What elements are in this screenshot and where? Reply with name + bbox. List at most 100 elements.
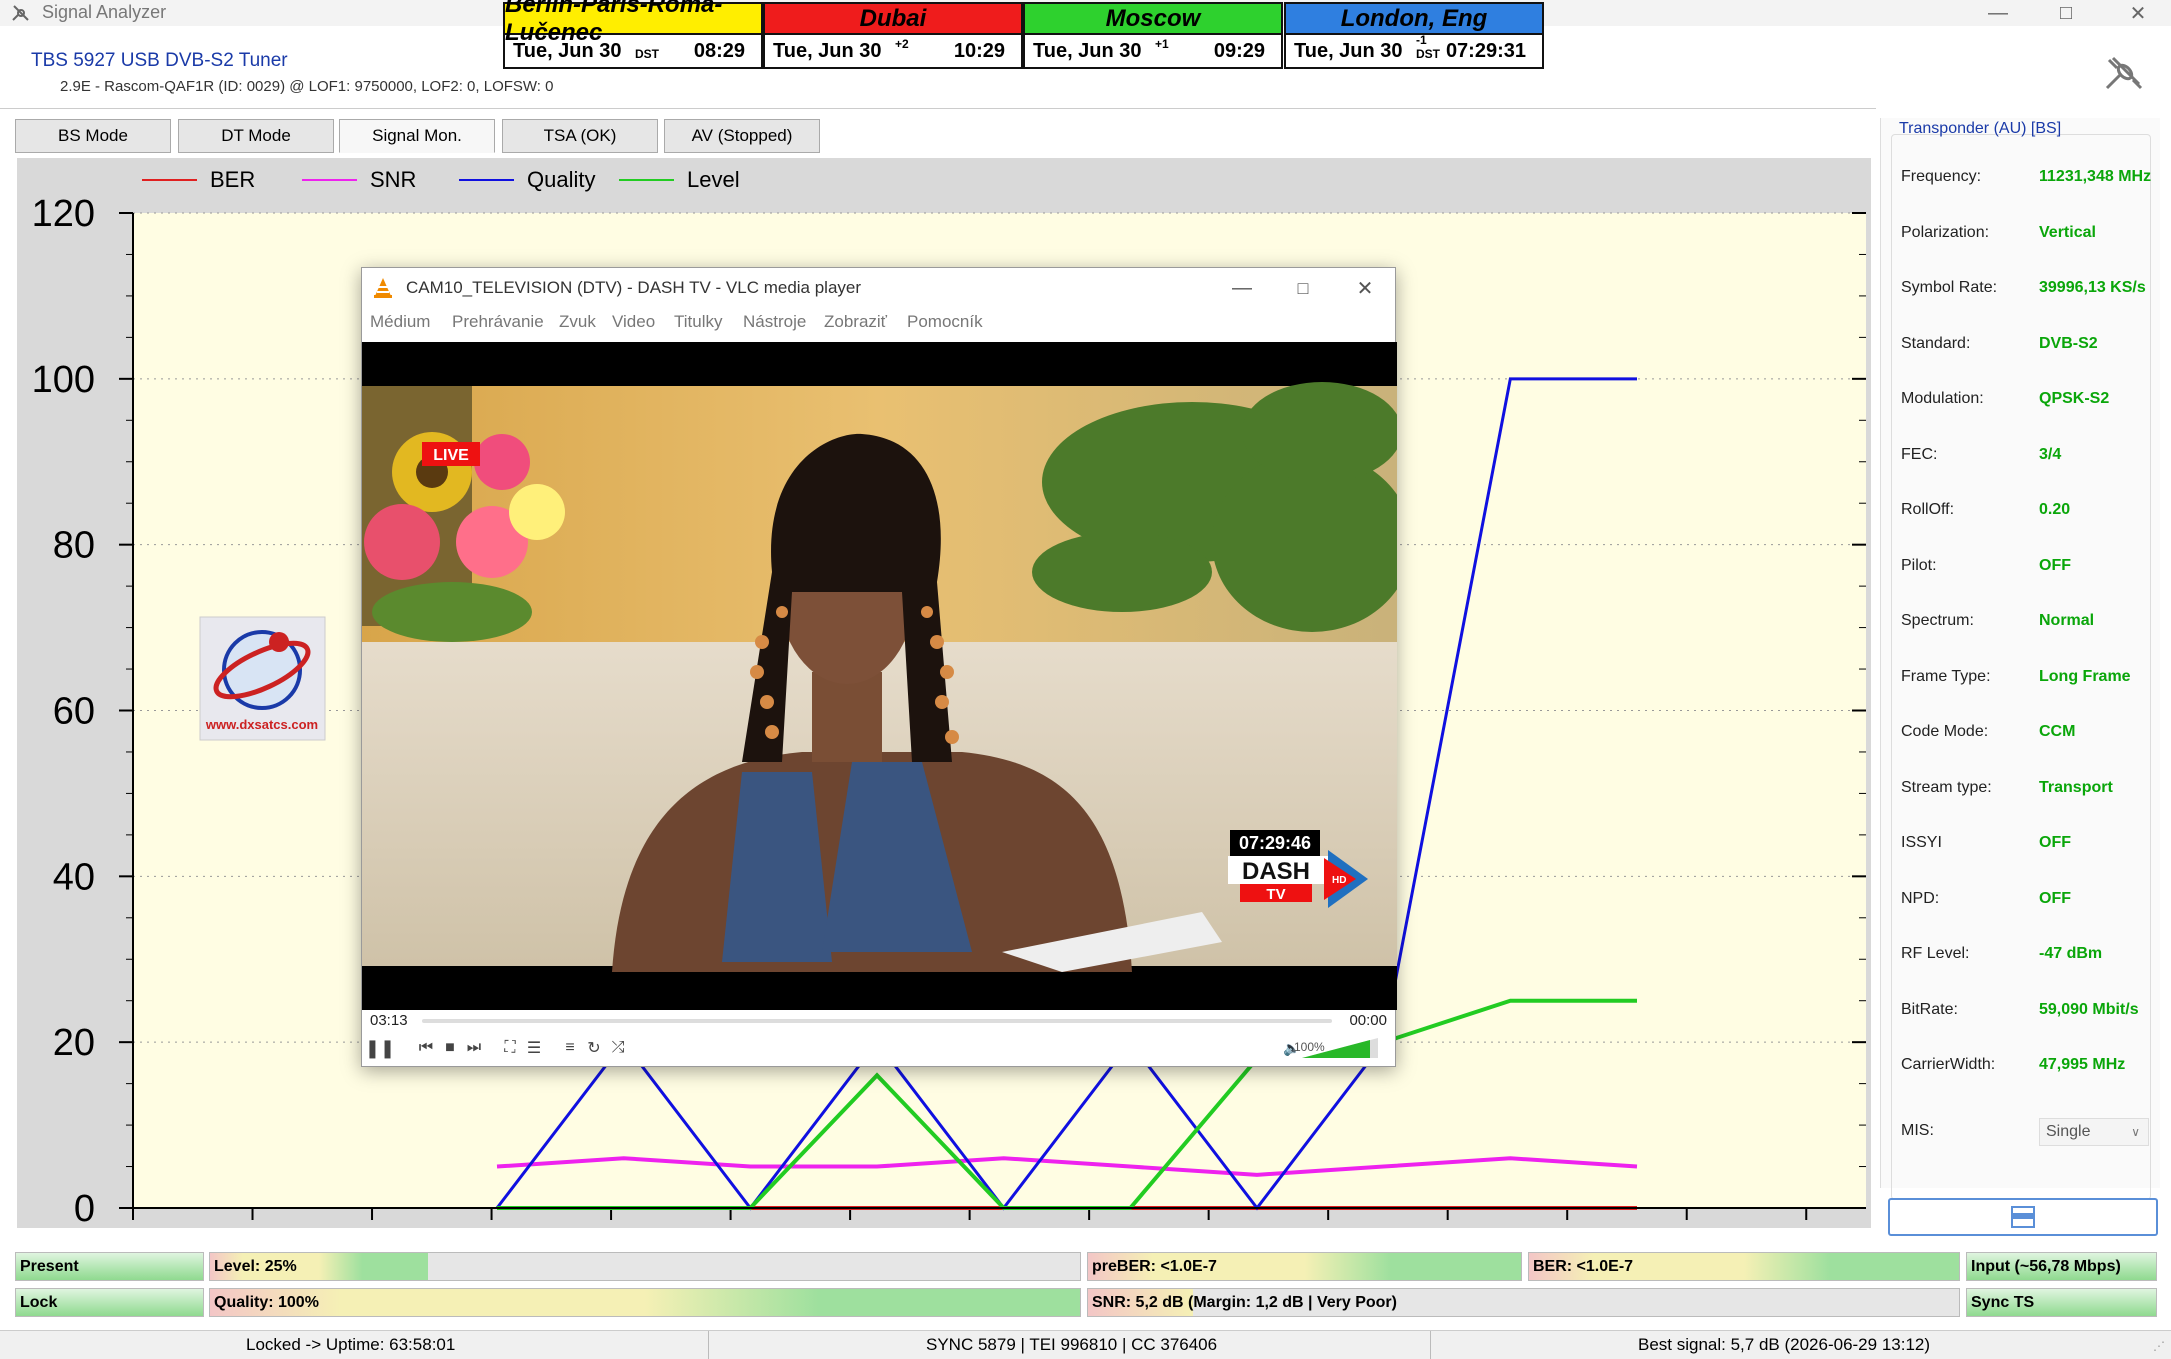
panel-toggle-button[interactable] [1888, 1198, 2158, 1236]
menu-subtitles[interactable]: Titulky [674, 312, 723, 332]
vlc-title-bar[interactable]: CAM10_TELEVISION (DTV) - DASH TV - VLC m… [362, 268, 1395, 308]
y-tick-label: 80 [53, 525, 95, 567]
maximize-button[interactable]: □ [2042, 0, 2090, 26]
clock-dst: DST [635, 47, 659, 61]
vlc-title: CAM10_TELEVISION (DTV) - DASH TV - VLC m… [406, 278, 862, 297]
y-tick-label: 40 [53, 856, 95, 898]
clock-city: London, Eng [1286, 4, 1542, 35]
clock-city: Dubai [765, 4, 1021, 35]
param-label: ISSYI [1901, 834, 1942, 851]
logo-hd: HD [1332, 875, 1346, 886]
shuffle-icon[interactable]: ⤮ [606, 1036, 630, 1060]
param-value: 47,995 MHz [2039, 1056, 2126, 1073]
snr-bar: SNR: 5,2 dB (Margin: 1,2 dB | Very Poor) [1087, 1288, 1960, 1317]
param-row: Pilot: OFF [1901, 557, 2071, 579]
param-value: 39996,13 KS/s [2039, 279, 2146, 296]
video-frame[interactable]: LIVE 07:29:46 DASH TV HD [362, 342, 1397, 1010]
vlc-minimize-button[interactable]: — [1211, 268, 1273, 308]
quality-fill [210, 1289, 1080, 1316]
mis-select[interactable]: Single ∨ [2039, 1118, 2149, 1146]
param-value: Transport [2039, 778, 2113, 796]
clock-date: Tue, Jun 30 [513, 40, 622, 62]
menu-medium[interactable]: Médium [370, 312, 430, 332]
transponder-title: Transponder (AU) [BS] [1899, 120, 2062, 137]
menu-audio[interactable]: Zvuk [559, 312, 596, 332]
vlc-cone-icon [374, 278, 392, 298]
param-row: ISSYI OFF [1901, 834, 2071, 856]
menu-playback[interactable]: Prehrávanie [452, 312, 544, 332]
preber-label: preBER: <1.0E-7 [1092, 1258, 1217, 1275]
param-label: Modulation: [1901, 390, 1984, 407]
seek-bar[interactable] [422, 1019, 1332, 1023]
fullscreen-icon[interactable]: ⛶ [498, 1036, 522, 1060]
lock-label: Lock [20, 1294, 58, 1311]
level-bar: Level: 25% [209, 1252, 1081, 1281]
mis-row: MIS: Single ∨ [1901, 1118, 2149, 1146]
vlc-close-button[interactable]: ✕ [1334, 268, 1396, 308]
param-value: 3/4 [2039, 445, 2062, 463]
chevron-down-icon: ∨ [2131, 1125, 2140, 1139]
video-scene: LIVE 07:29:46 DASH TV HD [362, 382, 1397, 972]
param-label: RF Level: [1901, 945, 1970, 962]
param-value: OFF [2039, 556, 2071, 574]
status-bar: Locked -> Uptime: 63:58:01 SYNC 5879 | T… [0, 1330, 2171, 1359]
volume-level: 100% [1294, 1040, 1325, 1054]
y-tick-label: 20 [53, 1022, 95, 1064]
y-tick-label: 120 [32, 193, 95, 235]
pause-button[interactable]: ❚❚ [365, 1036, 395, 1060]
lock-indicator: Lock [15, 1288, 204, 1317]
elapsed-time: 03:13 [370, 1012, 408, 1029]
playback-controls: ❚❚ ⏮ ■ ⏭ ⛶ ☰ ≡ ↻ ⤮ 🔈 [365, 1036, 1388, 1064]
param-row: CarrierWidth: 47,995 MHz [1901, 1056, 2125, 1078]
tab-bs-mode[interactable]: BS Mode [15, 119, 171, 153]
present-label: Present [20, 1258, 79, 1275]
param-row: BitRate: 59,090 Mbit/s [1901, 1001, 2139, 1023]
tab-signal-mon[interactable]: Signal Mon. [339, 119, 495, 153]
ber-bar: BER: <1.0E-7 [1528, 1252, 1960, 1281]
clock-time: 07:29:31 [1445, 40, 1526, 62]
clock-dst: DST [1416, 47, 1440, 61]
previous-icon[interactable]: ⏮ [414, 1036, 438, 1060]
extended-settings-icon[interactable]: ☰ [522, 1036, 546, 1060]
param-value: OFF [2039, 889, 2071, 907]
menu-view[interactable]: Zobraziť [824, 312, 887, 332]
counters-text: SYNC 5879 | TEI 996810 | CC 376406 [926, 1335, 1218, 1354]
logo-subtext: TV [1266, 886, 1285, 903]
param-row: NPD: OFF [1901, 890, 2071, 912]
next-icon[interactable]: ⏭ [462, 1036, 486, 1060]
tab-av[interactable]: AV (Stopped) [664, 119, 820, 153]
sync-ts-indicator: Sync TS [1966, 1288, 2157, 1317]
tab-dt-mode[interactable]: DT Mode [178, 119, 334, 153]
y-tick-label: 100 [32, 359, 95, 401]
menu-video[interactable]: Video [612, 312, 655, 332]
param-row: RF Level: -47 dBm [1901, 945, 2102, 967]
clock-london: London, Eng Tue, Jun 30 -1 DST 07:29:31 [1284, 2, 1544, 69]
loop-icon[interactable]: ↻ [582, 1036, 606, 1060]
level-label: Level: 25% [214, 1258, 297, 1275]
param-value: 0.20 [2039, 501, 2071, 518]
stop-icon[interactable]: ■ [438, 1036, 462, 1060]
legend-label: SNR [370, 167, 416, 192]
menu-tools[interactable]: Nástroje [743, 312, 806, 332]
tab-tsa[interactable]: TSA (OK) [502, 119, 658, 153]
y-tick-label: 0 [74, 1188, 95, 1228]
mis-value: Single [2046, 1123, 2091, 1140]
param-value: -47 dBm [2039, 945, 2103, 962]
snr-label: SNR: 5,2 dB (Margin: 1,2 dB | Very Poor) [1092, 1294, 1397, 1311]
menu-help[interactable]: Pomocník [907, 312, 983, 332]
close-button[interactable]: ✕ [2114, 0, 2162, 26]
vlc-window: CAM10_TELEVISION (DTV) - DASH TV - VLC m… [361, 267, 1397, 1067]
playlist-icon[interactable]: ≡ [558, 1036, 582, 1060]
param-value: 59,090 Mbit/s [2039, 1000, 2139, 1018]
legend-label: Level [687, 167, 740, 192]
clock-city: Moscow [1025, 4, 1281, 35]
preber-bar: preBER: <1.0E-7 [1087, 1252, 1522, 1281]
input-label: Input (~56,78 Mbps) [1971, 1258, 2121, 1275]
resize-grip-icon[interactable]: ⋰ [2153, 1339, 2165, 1353]
vlc-maximize-button[interactable]: □ [1272, 268, 1334, 308]
param-value: QPSK-S2 [2039, 390, 2110, 407]
clock-dubai: Dubai Tue, Jun 30 +2 10:29 [763, 2, 1023, 69]
logo-text: DASH [1242, 858, 1310, 885]
minimize-button[interactable]: — [1974, 0, 2022, 26]
clock-date: Tue, Jun 30 [1033, 40, 1142, 62]
